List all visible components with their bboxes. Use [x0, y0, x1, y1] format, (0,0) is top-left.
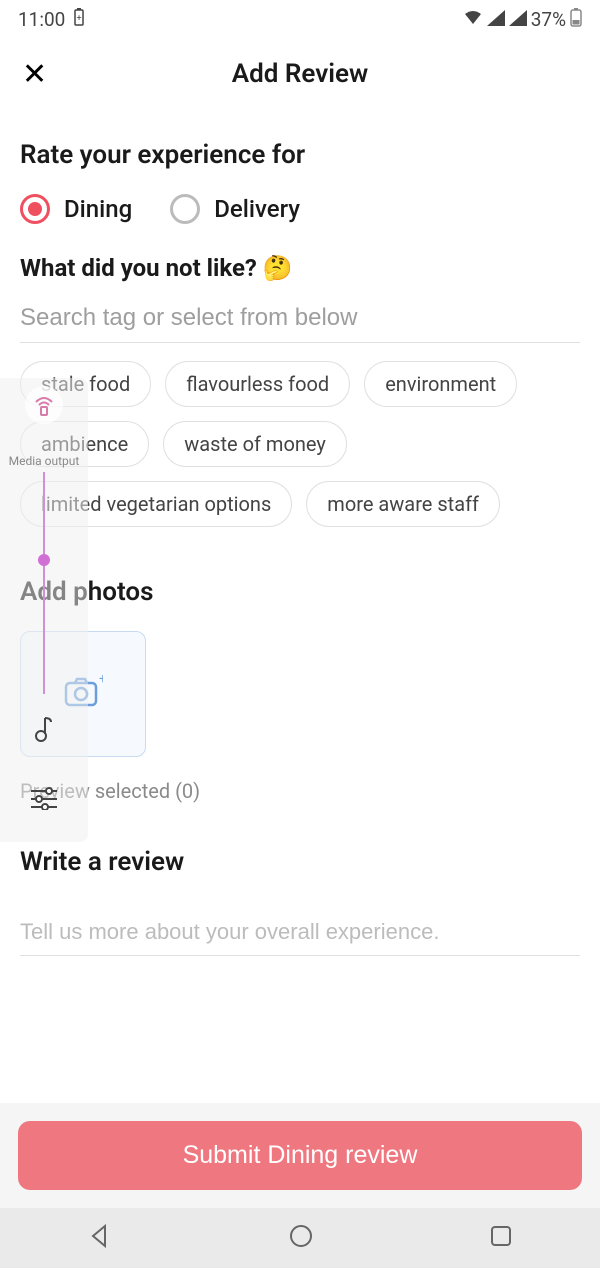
bottom-submit-bar: Submit Dining review	[0, 1103, 600, 1208]
signal-icon-2	[509, 8, 527, 31]
tag-chip-container: stale food flavourless food environment …	[20, 361, 580, 527]
radio-label: Dining	[64, 195, 132, 223]
settings-sliders-icon[interactable]	[29, 786, 59, 814]
header: ✕ Add Review	[0, 38, 600, 110]
nav-recent-icon[interactable]	[489, 1224, 513, 1252]
android-nav-bar	[0, 1208, 600, 1268]
submit-button[interactable]: Submit Dining review	[18, 1121, 582, 1190]
tag-chip[interactable]: environment	[364, 361, 517, 407]
battery-percent: 37%	[531, 8, 566, 31]
radio-icon-selected	[20, 194, 50, 224]
volume-slider-track[interactable]	[43, 472, 45, 694]
signal-icon	[487, 8, 505, 31]
radio-icon-unselected	[170, 194, 200, 224]
volume-slider-thumb[interactable]	[38, 554, 50, 566]
battery-charging-icon: +	[73, 8, 85, 31]
cast-icon[interactable]	[25, 386, 63, 424]
tag-search-input[interactable]	[20, 282, 580, 343]
music-note-icon[interactable]	[29, 714, 59, 746]
thinking-emoji: 🤔	[263, 254, 293, 282]
tag-chip[interactable]: more aware staff	[306, 481, 500, 527]
svg-text:+: +	[99, 675, 103, 687]
wifi-icon	[463, 8, 483, 31]
tag-chip[interactable]: flavourless food	[165, 361, 350, 407]
tag-chip[interactable]: waste of money	[163, 421, 347, 467]
status-bar: 11:00 + 37%	[0, 0, 600, 38]
review-section-title: Write a review	[20, 847, 580, 877]
preview-selected-label: Preview selected (0)	[20, 779, 580, 803]
battery-icon	[570, 7, 582, 32]
close-icon[interactable]: ✕	[22, 57, 47, 92]
radio-dining[interactable]: Dining	[20, 194, 132, 224]
radio-label: Delivery	[214, 195, 300, 223]
nav-home-icon[interactable]	[288, 1223, 314, 1253]
rating-type-radios: Dining Delivery	[20, 194, 580, 224]
nav-back-icon[interactable]	[87, 1223, 113, 1253]
media-output-label: Media output	[9, 454, 80, 468]
tags-question: What did you not like? 🤔	[20, 254, 580, 282]
photos-section-title: Add photos	[20, 577, 580, 607]
radio-delivery[interactable]: Delivery	[170, 194, 300, 224]
media-output-overlay[interactable]: Media output	[0, 378, 88, 842]
rate-section-title: Rate your experience for	[20, 140, 580, 170]
svg-text:+: +	[77, 14, 82, 24]
page-title: Add Review	[0, 59, 600, 89]
status-time: 11:00	[18, 8, 65, 31]
review-text-input[interactable]	[20, 901, 580, 956]
